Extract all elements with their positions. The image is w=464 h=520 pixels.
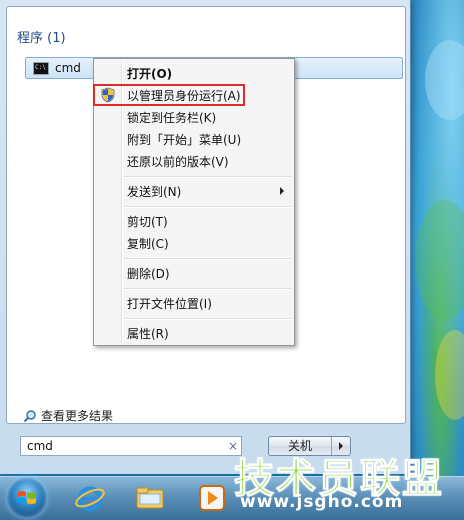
context-item-label: 剪切(T): [127, 215, 168, 229]
shutdown-button-group: 关机: [268, 436, 351, 456]
context-separator: [124, 318, 291, 320]
shutdown-options-button[interactable]: [331, 437, 350, 455]
context-item-label: 以管理员身份运行(A): [127, 89, 241, 103]
context-item-label: 打开(O): [127, 67, 173, 81]
windows-start-orb-icon[interactable]: [7, 478, 47, 518]
search-input[interactable]: [21, 438, 225, 454]
context-item-pin-start[interactable]: 附到「开始」菜单(U): [96, 128, 292, 150]
context-item-open-file-location[interactable]: 打开文件位置(I): [96, 292, 292, 314]
context-separator: [124, 258, 291, 260]
search-result-label: cmd: [55, 61, 81, 75]
context-item-properties[interactable]: 属性(R): [96, 322, 292, 344]
internet-explorer-icon[interactable]: [72, 480, 108, 516]
search-icon: [23, 409, 36, 422]
context-item-label: 附到「开始」菜单(U): [127, 133, 242, 147]
context-item-delete[interactable]: 删除(D): [96, 262, 292, 284]
submenu-arrow-icon: [280, 187, 284, 195]
context-separator: [124, 176, 291, 178]
programs-section-title: 程序 (1): [17, 31, 66, 46]
context-item-send-to[interactable]: 发送到(N): [96, 180, 292, 202]
context-separator: [124, 206, 291, 208]
context-item-run-as-admin[interactable]: 以管理员身份运行(A): [96, 84, 292, 106]
context-item-label: 删除(D): [127, 267, 170, 281]
context-separator: [124, 288, 291, 290]
desktop-wallpaper: [405, 0, 464, 480]
context-item-open[interactable]: 打开(O): [96, 62, 292, 84]
context-item-label: 锁定到任务栏(K): [127, 111, 217, 125]
context-item-restore-versions[interactable]: 还原以前的版本(V): [96, 150, 292, 172]
context-item-pin-taskbar[interactable]: 锁定到任务栏(K): [96, 106, 292, 128]
context-item-label: 复制(C): [127, 237, 169, 251]
context-item-cut[interactable]: 剪切(T): [96, 210, 292, 232]
clear-search-button[interactable]: ×: [225, 439, 241, 453]
see-more-results-label: 查看更多结果: [41, 409, 114, 423]
windows-flag-icon: [18, 491, 36, 504]
context-item-label: 属性(R): [127, 327, 169, 341]
uac-shield-icon: [101, 87, 115, 103]
shutdown-button[interactable]: 关机: [269, 437, 331, 455]
context-menu: 打开(O) 以管理员身份运行(A) 锁定到任务栏(K) 附到「开始」菜单(U) …: [93, 58, 295, 346]
context-item-label: 打开文件位置(I): [127, 297, 212, 311]
context-item-label: 发送到(N): [127, 185, 182, 199]
windows-explorer-icon[interactable]: [132, 480, 168, 516]
search-box[interactable]: ×: [20, 436, 242, 456]
arrow-right-icon: [339, 442, 343, 450]
context-item-copy[interactable]: 复制(C): [96, 232, 292, 254]
cmd-icon: C:\: [33, 61, 49, 75]
media-player-icon[interactable]: [194, 480, 230, 516]
taskbar: [0, 476, 464, 520]
see-more-results-link[interactable]: 查看更多结果: [23, 407, 113, 424]
context-item-label: 还原以前的版本(V): [127, 155, 229, 169]
